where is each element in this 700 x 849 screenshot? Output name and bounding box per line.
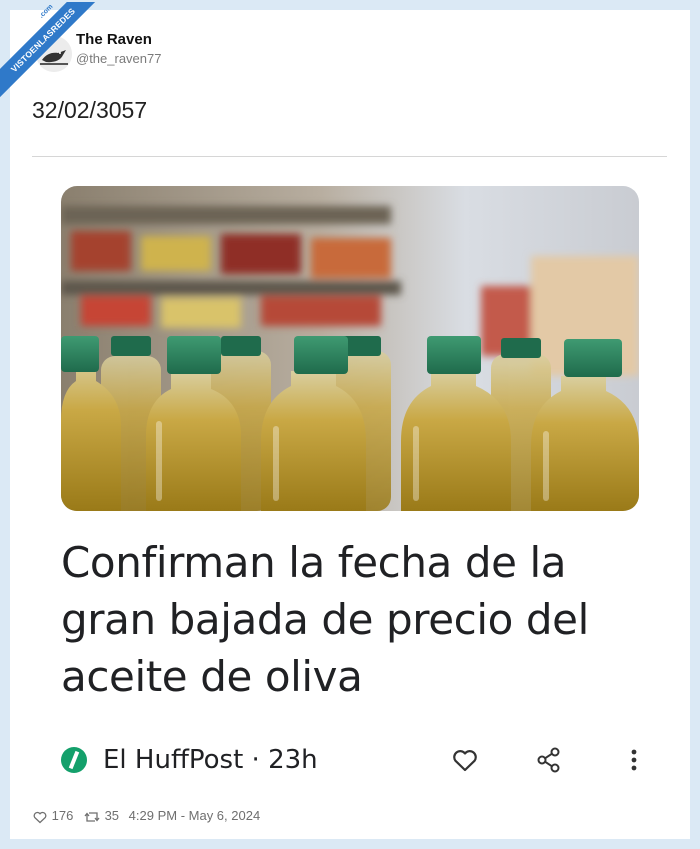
divider [32, 156, 667, 157]
share-icon [537, 747, 560, 773]
article-headline[interactable]: Confirman la fecha de la gran bajada de … [61, 534, 651, 705]
author-handle[interactable]: @the_raven77 [76, 51, 161, 66]
watermark-sub: .com [37, 3, 55, 20]
more-options-button[interactable] [618, 744, 650, 776]
retweet-count: 35 [104, 808, 120, 823]
source-name[interactable]: El HuffPost [103, 745, 243, 775]
more-vertical-icon [631, 749, 637, 771]
source-separator: · [251, 745, 260, 775]
article-image[interactable] [61, 186, 639, 511]
tweet-text: 32/02/3057 [32, 97, 148, 123]
source-age: 23h [268, 745, 318, 775]
tweet-timestamp[interactable]: 4:29 PM - May 6, 2024 [129, 808, 261, 823]
avatar[interactable] [36, 36, 72, 72]
tweet-card: VISTOENLASREDES .com The Raven @the_rave… [0, 2, 690, 839]
author-name[interactable]: The Raven [76, 31, 152, 48]
tweet-stats: 176 35 4:29 PM - May 6, 2024 [32, 808, 266, 825]
like-count: 176 [51, 808, 74, 823]
olive-oil-bottles-photo [61, 186, 639, 511]
like-article-button[interactable] [449, 744, 481, 776]
like-count-heart-icon[interactable] [32, 809, 48, 825]
retweet-icon[interactable] [83, 809, 101, 825]
article-source-row: El HuffPost · 23h [61, 742, 639, 778]
raven-avatar-icon [36, 36, 72, 72]
huffpost-logo-icon [61, 747, 87, 773]
heart-icon [453, 750, 477, 772]
share-article-button[interactable] [533, 744, 565, 776]
